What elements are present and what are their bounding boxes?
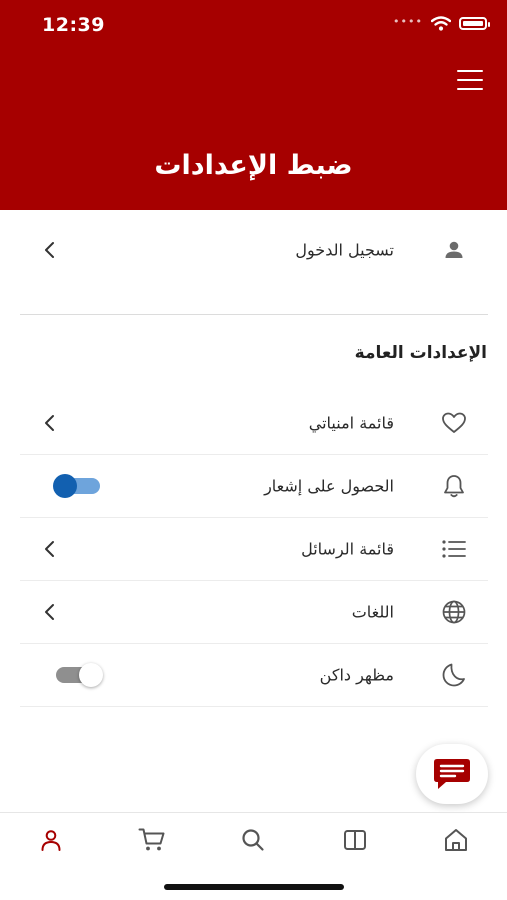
- settings-item-messages[interactable]: قائمة الرسائل: [20, 518, 488, 581]
- settings-item-label: مظهر داكن: [319, 665, 394, 685]
- nav-home[interactable]: [436, 820, 476, 860]
- settings-item-label: الحصول على إشعار: [264, 476, 394, 496]
- chevron-left-icon: [45, 242, 54, 258]
- chat-icon: [434, 759, 470, 789]
- toggle-knob: [79, 663, 103, 687]
- status-icons: ••••: [393, 15, 490, 31]
- page-title: ضبط الإعدادات: [154, 150, 353, 181]
- book-icon: [343, 830, 366, 850]
- globe-icon: [440, 598, 468, 626]
- bottom-navigation: [0, 812, 507, 867]
- nav-search[interactable]: [233, 820, 273, 860]
- chevron-left-icon: [45, 541, 54, 557]
- section-title-general: الإعدادات العامة: [354, 343, 487, 363]
- home-indicator: [164, 884, 344, 890]
- battery-icon: [459, 17, 490, 30]
- chevron-left-icon: [45, 415, 54, 431]
- status-time: 12:39: [42, 14, 105, 36]
- cart-icon: [138, 828, 165, 851]
- login-label: تسجيل الدخول: [295, 240, 394, 260]
- nav-cart[interactable]: [132, 820, 172, 860]
- bell-icon: [440, 472, 468, 500]
- moon-icon: [440, 661, 468, 689]
- hamburger-menu-icon[interactable]: [457, 70, 483, 90]
- list-icon: [440, 535, 468, 563]
- user-icon: [440, 236, 468, 264]
- heart-icon: [440, 409, 468, 437]
- settings-item-notifications: الحصول على إشعار: [20, 455, 488, 518]
- settings-item-label: قائمة امنياتي: [308, 413, 394, 433]
- nav-profile[interactable]: [31, 820, 71, 860]
- nav-library[interactable]: [335, 820, 375, 860]
- profile-icon: [41, 830, 61, 851]
- search-icon: [242, 829, 265, 851]
- notification-toggle[interactable]: [53, 474, 100, 498]
- signal-dots-icon: ••••: [393, 15, 423, 28]
- settings-item-languages[interactable]: اللغات: [20, 581, 488, 644]
- chevron-left-icon: [45, 604, 54, 620]
- toggle-knob: [53, 474, 77, 498]
- wifi-icon: [431, 16, 451, 31]
- home-icon: [445, 829, 468, 851]
- login-row[interactable]: تسجيل الدخول: [20, 219, 488, 281]
- settings-item-wishlist[interactable]: قائمة امنياتي: [20, 392, 488, 455]
- section-divider: [20, 314, 488, 315]
- settings-item-label: اللغات: [351, 602, 394, 622]
- settings-item-label: قائمة الرسائل: [301, 539, 394, 559]
- app-header: 12:39 •••• ضبط الإعدادات: [0, 0, 507, 210]
- dark-mode-toggle[interactable]: [56, 663, 103, 687]
- settings-item-dark-mode: مظهر داكن: [20, 644, 488, 707]
- chat-button[interactable]: [416, 744, 488, 804]
